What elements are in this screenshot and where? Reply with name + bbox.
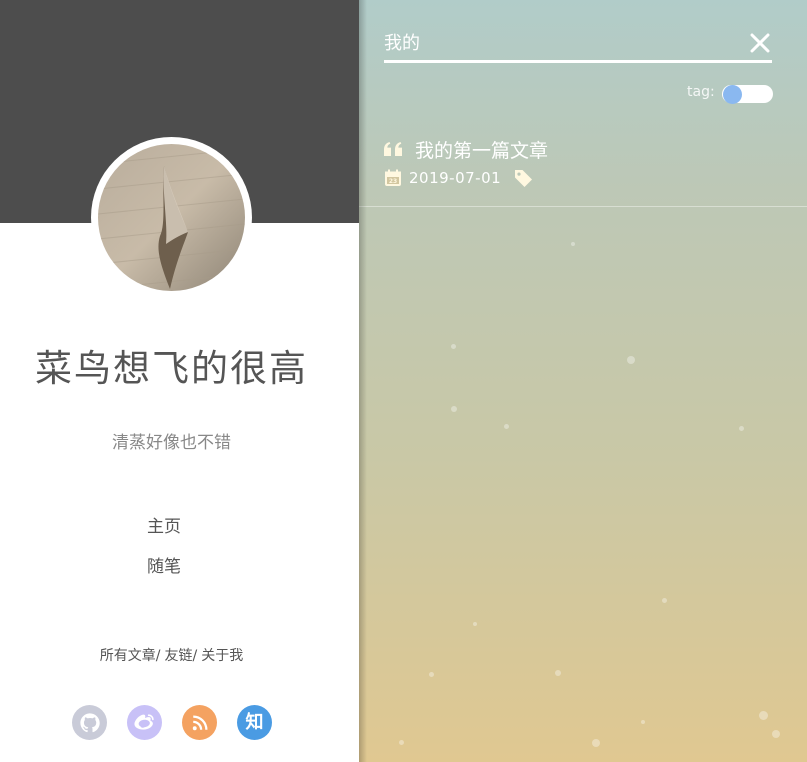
link-all-posts[interactable]: 所有文章: [100, 648, 156, 664]
bokeh-dot: [772, 730, 780, 738]
avatar[interactable]: [98, 144, 245, 291]
bokeh-dot: [451, 406, 457, 412]
toggle-knob: [723, 85, 742, 104]
svg-text:23: 23: [389, 178, 397, 185]
search-input[interactable]: [384, 28, 724, 56]
link-about-me[interactable]: 关于我: [201, 648, 243, 664]
result-title[interactable]: 我的第一篇文章: [415, 136, 548, 163]
sidebar-links: 所有文章/友链/关于我: [0, 645, 343, 665]
link-separator: /: [155, 648, 161, 664]
quote-icon: [384, 142, 402, 156]
bokeh-dot: [592, 739, 600, 747]
search-panel: tag: 我的第一篇文章 23 2019-07-01: [359, 0, 807, 762]
rss-icon: [192, 715, 207, 730]
search-result-item[interactable]: 我的第一篇文章 23 2019-07-01: [384, 136, 784, 189]
site-title[interactable]: 菜鸟想飞的很高: [0, 338, 343, 392]
close-button[interactable]: [749, 32, 771, 54]
bokeh-dot: [555, 670, 561, 676]
nav-item-essays[interactable]: 随笔: [0, 556, 328, 596]
github-icon: [79, 712, 100, 732]
nav-item-home[interactable]: 主页: [0, 516, 328, 556]
close-icon: [750, 33, 770, 53]
bokeh-dot: [739, 426, 744, 431]
site-subtitle: 清蒸好像也不错: [112, 433, 231, 453]
bokeh-dot: [662, 598, 667, 603]
weibo-button[interactable]: [127, 705, 162, 740]
bokeh-dot: [451, 344, 456, 349]
bokeh-dot: [641, 720, 645, 724]
search-underline: [384, 60, 772, 63]
link-friends[interactable]: 友链: [165, 648, 193, 664]
tag-filter-toggle[interactable]: [722, 85, 773, 104]
panel-shadow: [359, 0, 367, 762]
zhihu-button[interactable]: 知: [237, 705, 272, 740]
bokeh-dot: [429, 672, 434, 677]
avatar-image: [98, 144, 245, 291]
bokeh-dot: [399, 740, 404, 745]
github-button[interactable]: [72, 705, 107, 740]
weibo-icon: [133, 713, 154, 730]
bokeh-dot: [627, 356, 635, 364]
bokeh-dot: [473, 622, 477, 626]
result-date: 2019-07-01: [409, 169, 502, 187]
tag-filter-label: tag:: [687, 84, 715, 100]
bokeh-dot: [571, 242, 575, 246]
bokeh-dot: [759, 711, 768, 720]
rss-button[interactable]: [182, 705, 217, 740]
bokeh-dot: [504, 424, 509, 429]
social-links: 知: [72, 705, 272, 740]
zhihu-icon: 知: [245, 711, 264, 733]
sidebar: 菜鸟想飞的很高 清蒸好像也不错 主页 随笔 所有文章/友链/关于我 知: [0, 0, 359, 762]
link-separator: /: [192, 648, 198, 664]
sidebar-nav: 主页 随笔: [0, 516, 328, 596]
tag-icon[interactable]: [514, 169, 533, 187]
result-divider: [359, 206, 807, 207]
calendar-icon: 23: [385, 169, 401, 186]
